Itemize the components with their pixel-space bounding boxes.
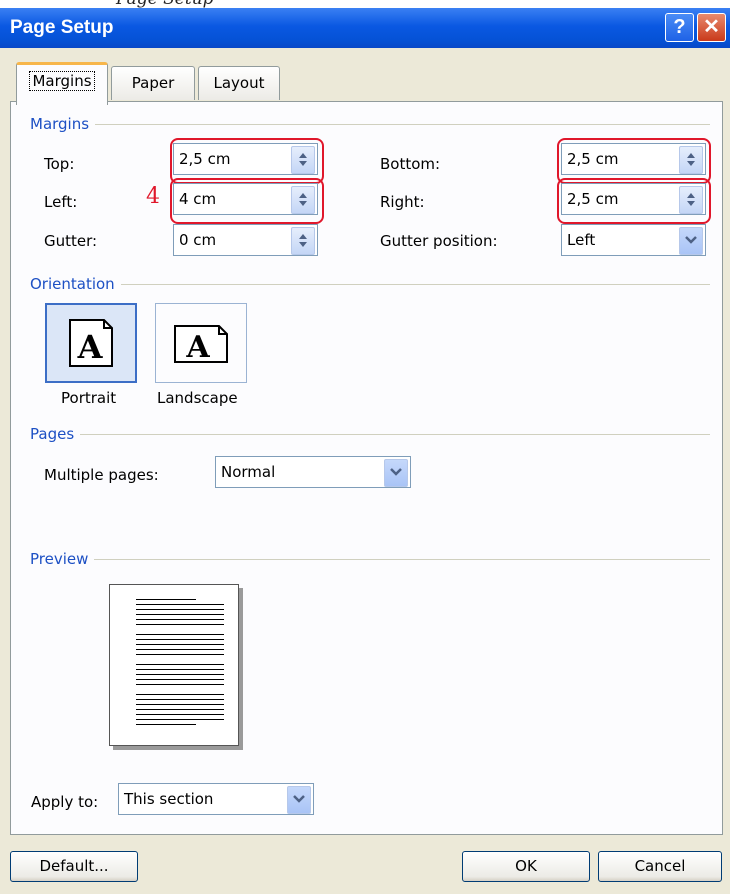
margins-separator: [30, 124, 710, 125]
chevron-down-icon[interactable]: [679, 227, 703, 255]
window-title: Page Setup: [10, 17, 114, 38]
spinner-arrows-icon[interactable]: [291, 146, 315, 174]
gutter-value: 0 cm: [179, 231, 217, 249]
tab-layout[interactable]: Layout: [198, 66, 280, 100]
landscape-button[interactable]: A: [155, 303, 247, 383]
portrait-page-icon: A: [69, 319, 113, 367]
bottom-margin-input[interactable]: 2,5 cm: [561, 143, 706, 175]
help-icon[interactable]: ?: [665, 13, 694, 42]
chevron-down-icon[interactable]: [287, 786, 311, 814]
tab-layout-label: Layout: [213, 74, 265, 92]
cancel-button[interactable]: Cancel: [598, 851, 722, 882]
pages-section-label: Pages: [30, 425, 81, 443]
right-margin-input[interactable]: 2,5 cm: [561, 183, 706, 215]
multiple-pages-label: Multiple pages:: [44, 466, 159, 484]
ok-button[interactable]: OK: [462, 851, 590, 882]
spinner-arrows-icon[interactable]: [291, 227, 315, 255]
tab-margins-label: Margins: [29, 71, 95, 91]
portrait-label: Portrait: [61, 389, 117, 407]
margins-section-label: Margins: [30, 115, 96, 133]
preview-separator: [30, 559, 710, 560]
default-button[interactable]: Default...: [10, 851, 138, 882]
orientation-separator: [30, 284, 710, 285]
left-label: Left:: [44, 193, 78, 211]
close-icon[interactable]: ✕: [697, 13, 726, 42]
tab-paper-label: Paper: [131, 74, 175, 92]
multiple-pages-select[interactable]: Normal: [215, 456, 411, 488]
gutter-position-select[interactable]: Left: [561, 224, 706, 256]
page-preview: [109, 584, 239, 746]
bottom-margin-value: 2,5 cm: [567, 150, 619, 168]
gutter-input[interactable]: 0 cm: [173, 224, 318, 256]
orientation-section-label: Orientation: [30, 275, 121, 293]
svg-text:A: A: [185, 330, 210, 365]
preview-section-label: Preview: [30, 550, 95, 568]
header-fragment: Page Setup: [116, 0, 214, 8]
landscape-page-icon: A: [174, 325, 228, 365]
pages-separator: [30, 434, 710, 435]
portrait-button[interactable]: A: [45, 303, 137, 383]
gutter-position-label: Gutter position:: [380, 232, 498, 250]
tab-paper[interactable]: Paper: [111, 66, 195, 100]
left-margin-input[interactable]: 4 cm: [173, 183, 318, 215]
annotation-number: 4: [146, 184, 160, 209]
top-margin-input[interactable]: 2,5 cm: [173, 143, 318, 175]
multiple-pages-value: Normal: [221, 463, 276, 481]
document-header-strip: Page Setup: [0, 0, 730, 8]
gutter-label: Gutter:: [44, 232, 98, 250]
spinner-arrows-icon[interactable]: [679, 146, 703, 174]
tab-margins[interactable]: Margins: [16, 62, 108, 105]
left-margin-value: 4 cm: [179, 190, 217, 208]
bottom-label: Bottom:: [380, 155, 441, 173]
apply-to-value: This section: [124, 790, 214, 808]
chevron-down-icon[interactable]: [384, 459, 408, 487]
spinner-arrows-icon[interactable]: [291, 186, 315, 214]
top-margin-value: 2,5 cm: [179, 150, 231, 168]
landscape-label: Landscape: [157, 389, 238, 407]
top-label: Top:: [44, 155, 75, 173]
apply-to-select[interactable]: This section: [118, 783, 314, 815]
spinner-arrows-icon[interactable]: [679, 186, 703, 214]
right-margin-value: 2,5 cm: [567, 190, 619, 208]
gutter-position-value: Left: [567, 231, 596, 249]
svg-text:A: A: [77, 328, 104, 366]
right-label: Right:: [380, 193, 425, 211]
apply-to-label: Apply to:: [31, 793, 99, 811]
